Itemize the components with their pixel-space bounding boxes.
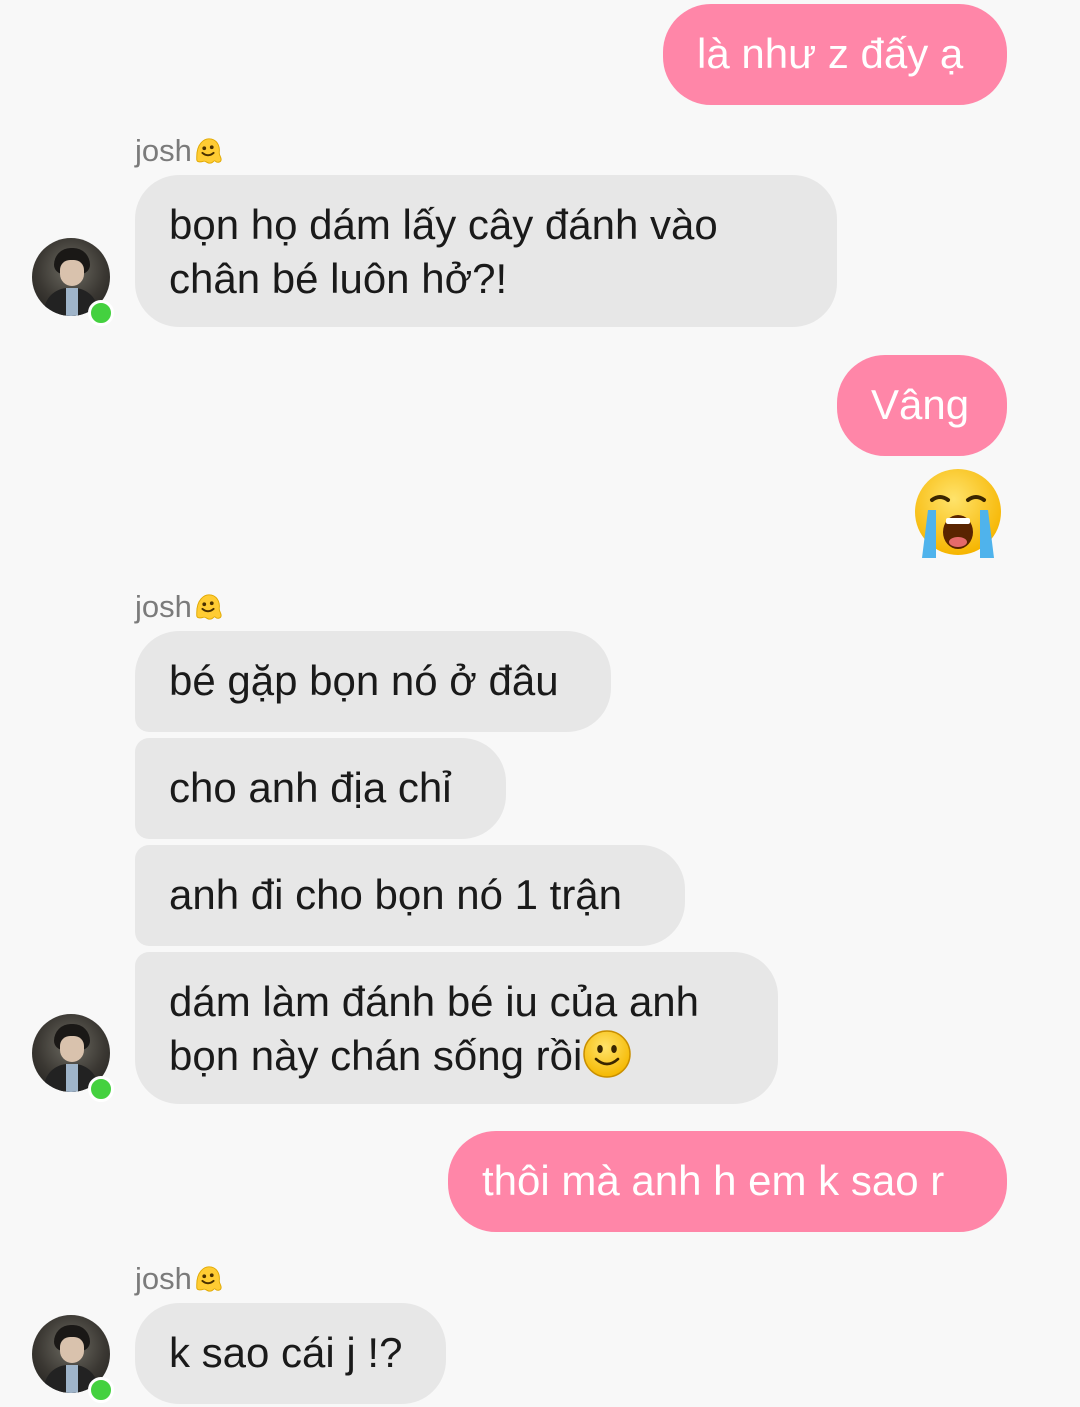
- message-text: anh đi cho bọn nó 1 trận: [169, 871, 623, 918]
- sender-name: josh: [135, 133, 192, 168]
- loudly-crying-face-icon[interactable]: [910, 466, 1006, 562]
- melting-face-icon: [193, 136, 223, 166]
- message-text: là như z đấy ạ: [697, 30, 964, 77]
- message-bubble-outgoing[interactable]: là như z đấy ạ: [663, 4, 1007, 105]
- message-bubble-outgoing[interactable]: Vâng: [837, 355, 1007, 456]
- message-bubble-incoming[interactable]: k sao cái j !?: [135, 1303, 446, 1404]
- sender-name: josh: [135, 1261, 192, 1296]
- message-text: k sao cái j !?: [169, 1329, 403, 1376]
- message-text-line-with-emoji: bọn này chán sống rồi: [169, 1029, 744, 1083]
- message-text: bé gặp bọn nó ở đâu: [169, 657, 559, 704]
- avatar[interactable]: [32, 1014, 114, 1102]
- avatar[interactable]: [32, 238, 114, 326]
- slightly-smiling-face-icon: [582, 1029, 632, 1079]
- avatar[interactable]: [32, 1315, 114, 1403]
- message-text-line: chân bé luôn hở?!: [169, 255, 508, 302]
- online-status-dot: [88, 300, 114, 326]
- message-text: bọn này chán sống rồi: [169, 1032, 583, 1079]
- melting-face-icon: [193, 592, 223, 622]
- online-status-dot: [88, 1377, 114, 1403]
- message-bubble-incoming[interactable]: cho anh địa chỉ: [135, 738, 506, 839]
- sender-name: josh: [135, 589, 192, 624]
- message-text-line: dám làm đánh bé iu của anh: [169, 978, 700, 1025]
- message-bubble-incoming[interactable]: bọn họ dám lấy cây đánh vào chân bé luôn…: [135, 175, 837, 327]
- message-text: thôi mà anh h em k sao r: [482, 1157, 945, 1204]
- message-bubble-incoming[interactable]: bé gặp bọn nó ở đâu: [135, 631, 611, 732]
- online-status-dot: [88, 1076, 114, 1102]
- message-text: cho anh địa chỉ: [169, 764, 452, 811]
- message-bubble-incoming[interactable]: dám làm đánh bé iu của anh bọn này chán …: [135, 952, 778, 1104]
- message-text: Vâng: [871, 381, 970, 428]
- message-bubble-outgoing[interactable]: thôi mà anh h em k sao r: [448, 1131, 1007, 1232]
- message-text-line: bọn họ dám lấy cây đánh vào: [169, 201, 718, 248]
- sender-name-label: josh: [135, 1261, 223, 1297]
- sender-name-label: josh: [135, 133, 223, 169]
- message-bubble-incoming[interactable]: anh đi cho bọn nó 1 trận: [135, 845, 685, 946]
- melting-face-icon: [193, 1264, 223, 1294]
- sender-name-label: josh: [135, 589, 223, 625]
